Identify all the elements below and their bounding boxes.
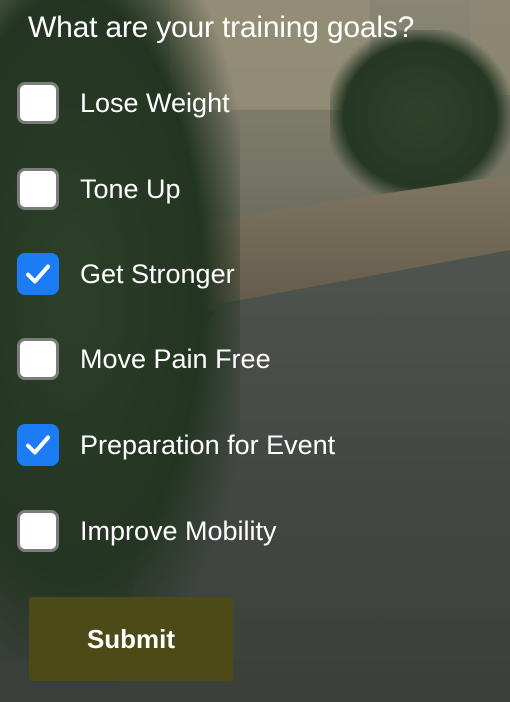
training-goals-form: What are your training goals? Lose Weigh…	[0, 0, 510, 702]
checkmark-icon	[26, 435, 50, 455]
option-improve-mobility[interactable]: Improve Mobility	[17, 510, 277, 552]
checkbox[interactable]	[17, 253, 59, 295]
option-get-stronger[interactable]: Get Stronger	[17, 253, 235, 295]
option-label: Move Pain Free	[80, 344, 271, 374]
option-label: Tone Up	[80, 174, 181, 204]
option-lose-weight[interactable]: Lose Weight	[17, 82, 230, 124]
option-label: Lose Weight	[80, 88, 230, 118]
option-preparation-for-event[interactable]: Preparation for Event	[17, 424, 335, 466]
option-label: Get Stronger	[80, 259, 235, 289]
checkbox[interactable]	[17, 338, 59, 380]
checkbox[interactable]	[17, 168, 59, 210]
option-tone-up[interactable]: Tone Up	[17, 168, 181, 210]
checkmark-icon	[26, 264, 50, 284]
checkbox[interactable]	[17, 510, 59, 552]
form-title: What are your training goals?	[28, 11, 415, 44]
submit-button[interactable]: Submit	[29, 597, 233, 681]
option-move-pain-free[interactable]: Move Pain Free	[17, 338, 271, 380]
checkbox[interactable]	[17, 424, 59, 466]
option-label: Improve Mobility	[80, 516, 277, 546]
option-label: Preparation for Event	[80, 430, 336, 460]
checkbox[interactable]	[17, 82, 59, 124]
